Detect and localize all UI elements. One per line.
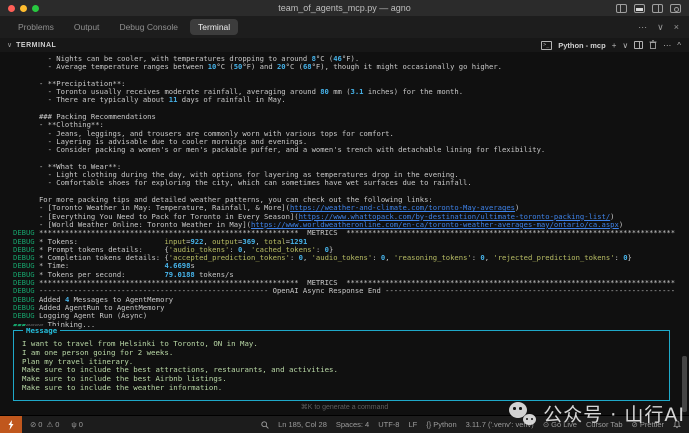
terminal-line: ▰▰▰▱▱▱▱ Thinking... bbox=[13, 320, 689, 328]
terminal-line: - **Clothing**: bbox=[13, 120, 689, 128]
terminal-line: - Consider packing a women's or men's pa… bbox=[13, 145, 689, 153]
terminal-profile-label[interactable]: Python - mcp bbox=[558, 41, 606, 50]
customize-layout-icon[interactable] bbox=[670, 4, 681, 13]
screencast-button[interactable] bbox=[261, 421, 269, 429]
tab-terminal[interactable]: Terminal bbox=[190, 19, 238, 35]
terminal-viewport[interactable]: - Nights can be cooler, with temperature… bbox=[0, 52, 689, 415]
terminal-panel-title: TERMINAL bbox=[16, 42, 56, 49]
chevron-down-icon[interactable]: ∨ bbox=[7, 41, 12, 49]
indentation[interactable]: Spaces: 4 bbox=[336, 420, 369, 429]
terminal-line: - Comfortable shoes for exploring the ci… bbox=[13, 178, 689, 186]
terminal-line: - Jeans, leggings, and trousers are comm… bbox=[13, 129, 689, 137]
terminal-line: DEBUG * Completion tokens details: {'acc… bbox=[13, 253, 689, 261]
encoding[interactable]: UTF-8 bbox=[378, 420, 399, 429]
terminal-line: For more packing tips and detailed weath… bbox=[13, 195, 689, 203]
terminal-line: DEBUG * Tokens: input=922, output=369, t… bbox=[13, 237, 689, 245]
vscode-window: team_of_agents_mcp.py — agno ProblemsOut… bbox=[0, 0, 689, 433]
maximize-panel-icon[interactable]: ^ bbox=[677, 41, 681, 50]
magnifier-icon bbox=[261, 421, 269, 429]
terminal-line: DEBUG * Time: 4.6698s bbox=[13, 261, 689, 269]
terminal-line bbox=[13, 154, 689, 162]
braces-icon: {} bbox=[426, 420, 431, 429]
remote-indicator[interactable] bbox=[0, 416, 22, 433]
terminal-line: - Nights can be cooler, with temperature… bbox=[13, 54, 689, 62]
terminal-line bbox=[13, 71, 689, 79]
terminal-more-icon[interactable]: ⋯ bbox=[663, 41, 671, 50]
terminal-line: - Light clothing during the day, with op… bbox=[13, 170, 689, 178]
toggle-secondary-sidebar-icon[interactable] bbox=[652, 4, 663, 13]
tab-debug-console[interactable]: Debug Console bbox=[111, 19, 186, 35]
terminal-line: DEBUG **********************************… bbox=[13, 228, 689, 236]
warning-icon: ⚠ bbox=[46, 420, 53, 429]
message-line: Make sure to include the weather informa… bbox=[22, 384, 669, 393]
terminal-line: - **Precipitation**: bbox=[13, 79, 689, 87]
panel-tabbar: ProblemsOutputDebug ConsoleTerminal ⋯ ∨ … bbox=[0, 16, 689, 38]
panel-tabs: ProblemsOutputDebug ConsoleTerminal bbox=[0, 19, 238, 35]
message-box: Message I want to travel from Helsinki t… bbox=[13, 330, 670, 401]
layout-controls bbox=[616, 4, 681, 13]
panel-chevron-icon[interactable]: ∨ bbox=[657, 22, 664, 33]
terminal-line: - Toronto usually receives moderate rain… bbox=[13, 87, 689, 95]
new-terminal-icon[interactable]: + bbox=[612, 41, 617, 50]
terminal-dropdown-icon[interactable]: ∨ bbox=[622, 41, 628, 50]
cursor-position[interactable]: Ln 185, Col 28 bbox=[278, 420, 327, 429]
window-title: team_of_agents_mcp.py — agno bbox=[0, 3, 689, 13]
kill-terminal-icon[interactable] bbox=[649, 40, 657, 51]
message-box-label: Message bbox=[23, 326, 60, 335]
terminal-line: DEBUG **********************************… bbox=[13, 278, 689, 286]
ports-status[interactable]: ψ 0 bbox=[71, 420, 83, 429]
watermark: 公众号 · 山行AI bbox=[509, 400, 685, 427]
radio-tower-icon: ψ bbox=[71, 420, 76, 429]
terminal-line: DEBUG Logging Agent Run (Async) bbox=[13, 311, 689, 319]
close-panel-icon[interactable]: × bbox=[674, 22, 679, 33]
terminal-line: DEBUG * Prompt tokens details: {'audio_t… bbox=[13, 245, 689, 253]
terminal-line: ### Packing Recommendations bbox=[13, 112, 689, 120]
language-mode[interactable]: {} Python bbox=[426, 420, 456, 429]
trash-icon bbox=[649, 40, 657, 49]
watermark-text: 公众号 · 山行AI bbox=[543, 400, 685, 427]
split-terminal-icon[interactable] bbox=[634, 41, 643, 49]
eol-sequence[interactable]: LF bbox=[408, 420, 417, 429]
terminal-line bbox=[13, 104, 689, 112]
terminal-header: ∨ TERMINAL >_ Python - mcp + ∨ ⋯ ^ bbox=[0, 38, 689, 52]
terminal-line: DEBUG * Tokens per second: 79.0188 token… bbox=[13, 270, 689, 278]
titlebar: team_of_agents_mcp.py — agno bbox=[0, 0, 689, 16]
terminal-line: - Layering is advisable due to cooler mo… bbox=[13, 137, 689, 145]
more-actions-icon[interactable]: ⋯ bbox=[638, 22, 647, 33]
terminal-line: - [World Weather Online: Toronto Weather… bbox=[13, 220, 689, 228]
warnings-status[interactable]: ⚠ 0 bbox=[46, 420, 59, 429]
terminal-line: DEBUG ----------------------------------… bbox=[13, 286, 689, 294]
tab-output[interactable]: Output bbox=[66, 19, 108, 35]
panel-actions: ⋯ ∨ × bbox=[638, 22, 689, 33]
lightning-icon bbox=[7, 420, 15, 430]
terminal-line: - Average temperature ranges between 10°… bbox=[13, 62, 689, 70]
terminal-line: DEBUG Added AgentRun to AgentMemory bbox=[13, 303, 689, 311]
toggle-panel-icon[interactable] bbox=[634, 4, 645, 13]
terminal-line: DEBUG Added 4 Messages to AgentMemory bbox=[13, 295, 689, 303]
terminal-output: - Nights can be cooler, with temperature… bbox=[13, 54, 689, 328]
terminal-line: - There are typically about 11 days of r… bbox=[13, 95, 689, 103]
wechat-icon bbox=[509, 402, 536, 425]
toggle-sidebar-icon[interactable] bbox=[616, 4, 627, 13]
tab-problems[interactable]: Problems bbox=[10, 19, 62, 35]
terminal-line: - **What to Wear**: bbox=[13, 162, 689, 170]
message-lines: I want to travel from Helsinki to Toront… bbox=[14, 331, 669, 393]
terminal-icon: >_ bbox=[541, 41, 552, 50]
terminal-line bbox=[13, 187, 689, 195]
errors-status[interactable]: ⊘ 0 bbox=[30, 420, 42, 429]
terminal-line: - [Everything You Need to Pack for Toron… bbox=[13, 212, 689, 220]
error-icon: ⊘ bbox=[30, 420, 36, 429]
terminal-line: - [Toronto Weather in May: Temperature, … bbox=[13, 203, 689, 211]
